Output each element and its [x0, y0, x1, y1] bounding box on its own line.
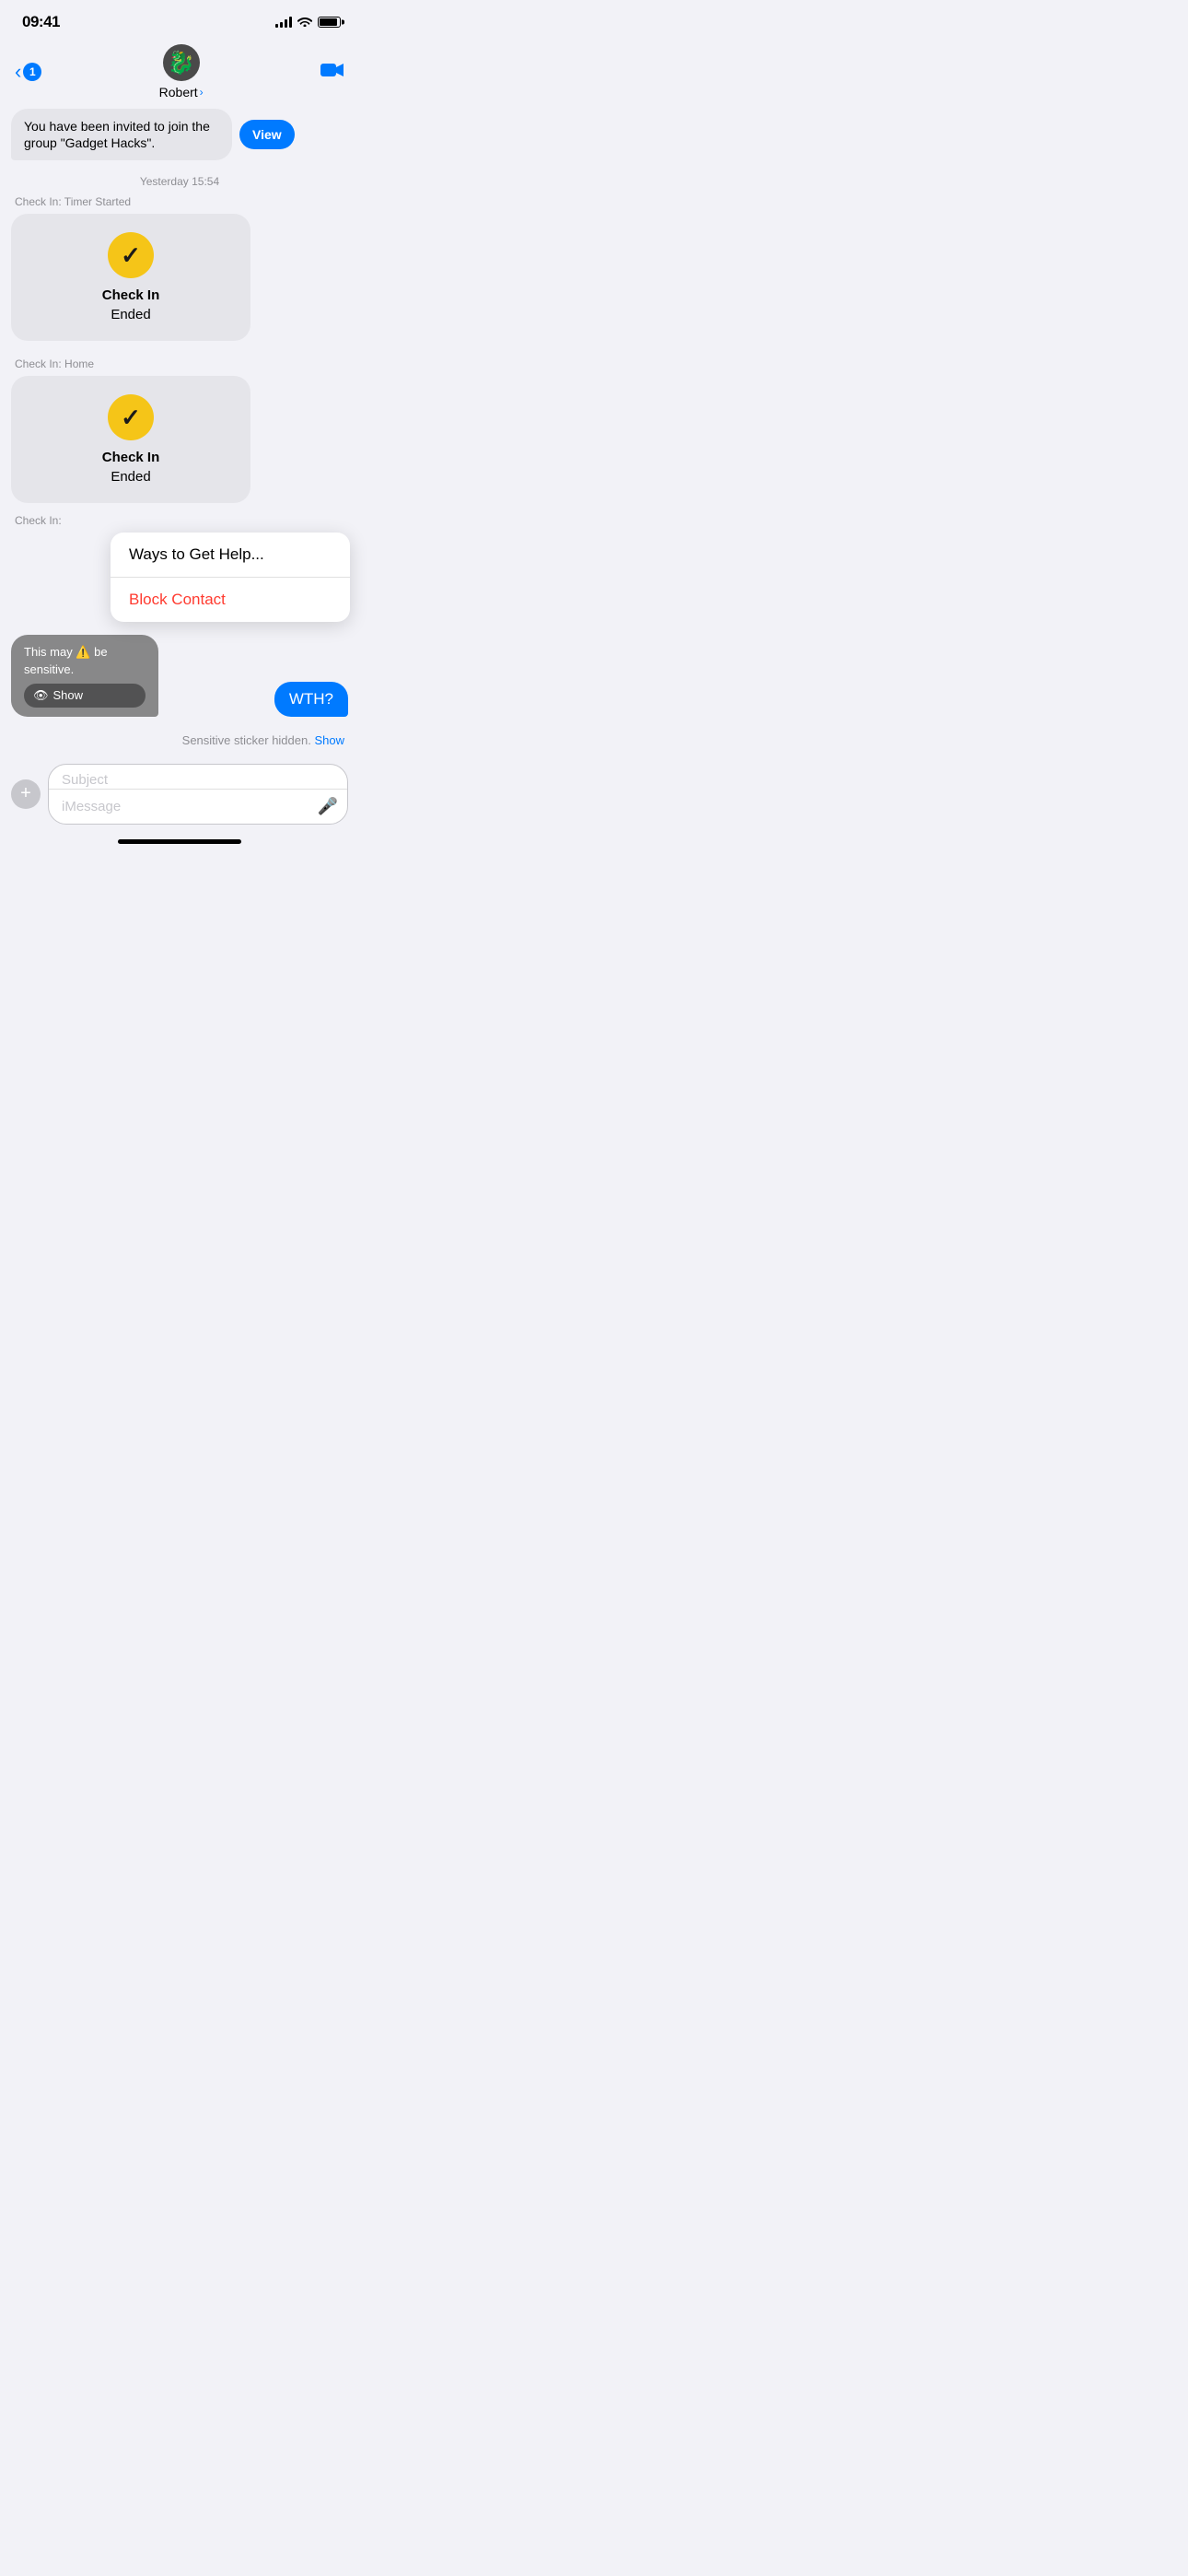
message-input-row: iMessage 🎤 — [49, 790, 347, 824]
video-call-button[interactable] — [320, 60, 344, 84]
messages-area: You have been invited to join the group … — [0, 109, 359, 733]
checkin1-subtitle: Ended — [111, 307, 150, 322]
context-menu-area: Check In: Ways to Get Help... Block Cont… — [0, 512, 359, 622]
show-button-label: Show — [53, 688, 84, 702]
checkin2-circle: ✓ — [108, 394, 154, 440]
checkin1-circle: ✓ — [108, 232, 154, 278]
show-sensitive-button[interactable]: 👁 Show — [24, 684, 146, 708]
checkin2-subtitle: Ended — [111, 469, 150, 485]
avatar-dragon-icon: 🐉 — [168, 50, 195, 76]
invite-bubble: You have been invited to join the group … — [11, 109, 232, 160]
checkin3-label: Check In: — [0, 512, 359, 533]
timestamp: Yesterday 15:54 — [0, 168, 359, 193]
message-input-wrap: Subject iMessage 🎤 — [48, 764, 348, 825]
subject-input[interactable]: Subject — [49, 765, 347, 790]
contact-header[interactable]: 🐉 Robert › — [159, 44, 204, 100]
status-bar: 09:41 — [0, 0, 359, 39]
attachment-button[interactable]: + — [11, 779, 41, 809]
checkin1-title: Check In — [102, 287, 160, 303]
context-menu-item-block[interactable]: Block Contact — [111, 578, 350, 622]
checkmark-icon: ✓ — [121, 241, 141, 270]
view-button[interactable]: View — [239, 120, 295, 149]
contact-name: Robert › — [159, 85, 204, 100]
back-button[interactable]: ‹ 1 — [15, 62, 41, 82]
checkin2-bubble: ✓ Check In Ended — [11, 376, 250, 503]
contact-chevron-icon: › — [200, 86, 204, 99]
sensitive-notice-show-link[interactable]: Show — [314, 733, 344, 747]
invite-text: You have been invited to join the group … — [24, 118, 219, 151]
context-menu-item-help[interactable]: Ways to Get Help... — [111, 533, 350, 578]
message-input[interactable]: iMessage — [62, 799, 318, 814]
mic-button[interactable]: 🎤 — [318, 797, 338, 816]
sensitive-notice-text: Sensitive sticker hidden. — [182, 733, 311, 747]
sensitive-notice: Sensitive sticker hidden. Show — [0, 733, 359, 756]
checkmark2-icon: ✓ — [121, 404, 141, 432]
home-bar — [118, 839, 241, 844]
wth-bubble: WTH? — [274, 682, 348, 717]
status-icons — [275, 15, 341, 29]
eye-icon: 👁 — [33, 688, 49, 703]
battery-icon — [318, 17, 341, 28]
wth-text: WTH? — [289, 690, 333, 708]
back-badge: 1 — [23, 63, 41, 81]
checkin1-label: Check In: Timer Started — [0, 193, 359, 214]
wifi-icon — [297, 15, 312, 29]
nav-bar: ‹ 1 🐉 Robert › — [0, 39, 359, 109]
sensitive-text: This may ⚠️ be sensitive. — [24, 644, 146, 677]
subject-placeholder: Subject — [62, 772, 108, 788]
signal-bars-icon — [275, 17, 292, 28]
checkin2-label: Check In: Home — [0, 356, 359, 376]
status-time: 09:41 — [22, 13, 60, 31]
invite-bubble-row: You have been invited to join the group … — [0, 109, 359, 168]
avatar: 🐉 — [163, 44, 200, 81]
home-indicator — [0, 832, 359, 848]
checkin1-bubble: ✓ Check In Ended — [11, 214, 250, 341]
back-chevron-icon: ‹ — [15, 62, 21, 82]
sensitive-bubble: This may ⚠️ be sensitive. 👁 Show — [11, 635, 158, 716]
context-menu: Ways to Get Help... Block Contact — [111, 533, 350, 622]
checkin2-title: Check In — [102, 450, 160, 465]
input-area: + Subject iMessage 🎤 — [0, 756, 359, 832]
